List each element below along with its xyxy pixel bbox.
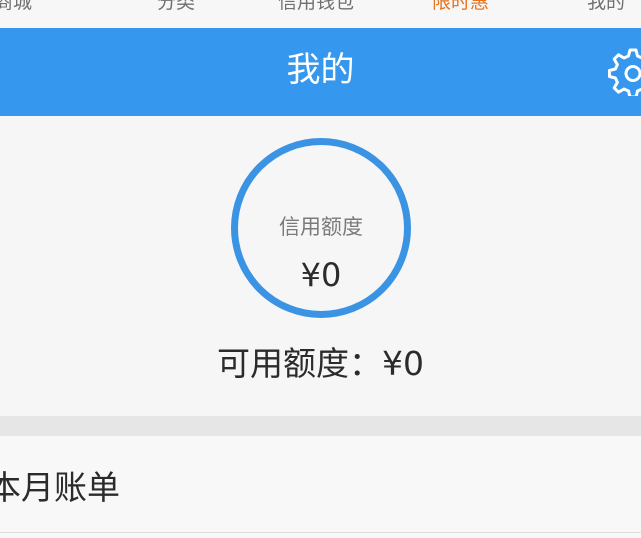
section-divider — [0, 416, 641, 436]
monthly-bill-label: 本月账单 — [0, 468, 120, 507]
tab-category[interactable]: 分类 — [157, 0, 195, 17]
top-tab-bar: 商城 分类 信用钱包 限时惠 我的 — [0, 0, 641, 28]
credit-limit-label: 信用额度 — [279, 215, 363, 239]
tab-limited-offer[interactable]: 限时惠 — [432, 0, 489, 17]
credit-limit-value: ¥0 — [300, 256, 342, 294]
tab-mine[interactable]: 我的 — [587, 0, 625, 17]
credit-section: 信用额度 ¥0 可用额度：¥0 — [0, 116, 641, 416]
row-divider — [0, 532, 641, 533]
monthly-bill-row[interactable]: 本月账单 — [0, 436, 641, 538]
gear-icon[interactable] — [608, 46, 641, 96]
available-credit-text: 可用额度：¥0 — [217, 344, 424, 383]
tab-credit-wallet[interactable]: 信用钱包 — [278, 0, 354, 17]
credit-ring: 信用额度 ¥0 — [231, 138, 411, 318]
tab-mall[interactable]: 商城 — [0, 0, 32, 17]
page-header: 我的 — [0, 28, 641, 116]
page-title: 我的 — [286, 50, 355, 90]
